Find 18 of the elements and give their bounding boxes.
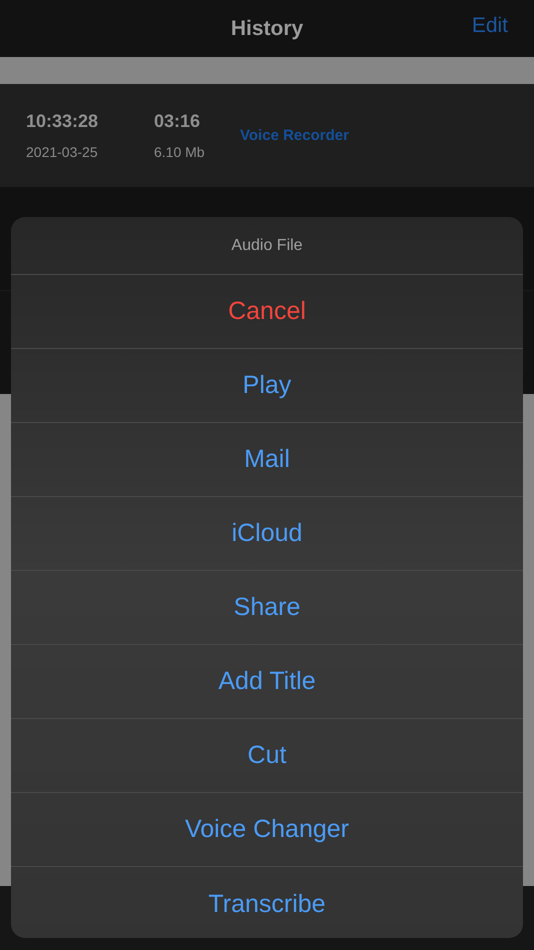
recording-time: 10:33:28 (26, 111, 100, 132)
action-item[interactable]: iCloud (11, 497, 523, 571)
recording-duration: 03:16 (154, 111, 202, 132)
action-item[interactable]: Add Title (11, 645, 523, 719)
action-item[interactable]: Cut (11, 719, 523, 793)
action-item[interactable]: Share (11, 571, 523, 645)
sheet-title: Audio File (11, 217, 523, 275)
action-item[interactable]: Cancel (11, 275, 523, 349)
recording-row[interactable]: 10:33:28 2021-03-25 03:16 6.10 Mb Voice Recorder (0, 84, 534, 187)
action-item[interactable]: Mail (11, 423, 523, 497)
action-item[interactable]: Transcribe (11, 867, 523, 938)
recording-date: 2021-03-25 (26, 144, 99, 160)
action-item[interactable]: Play (11, 349, 523, 423)
edit-button[interactable]: Edit (472, 14, 508, 38)
recording-source: Voice Recorder (240, 127, 349, 144)
action-item[interactable]: Voice Changer (11, 793, 523, 867)
screen-title: History (230, 16, 304, 40)
file-size: 6.10 Mb (154, 144, 206, 160)
